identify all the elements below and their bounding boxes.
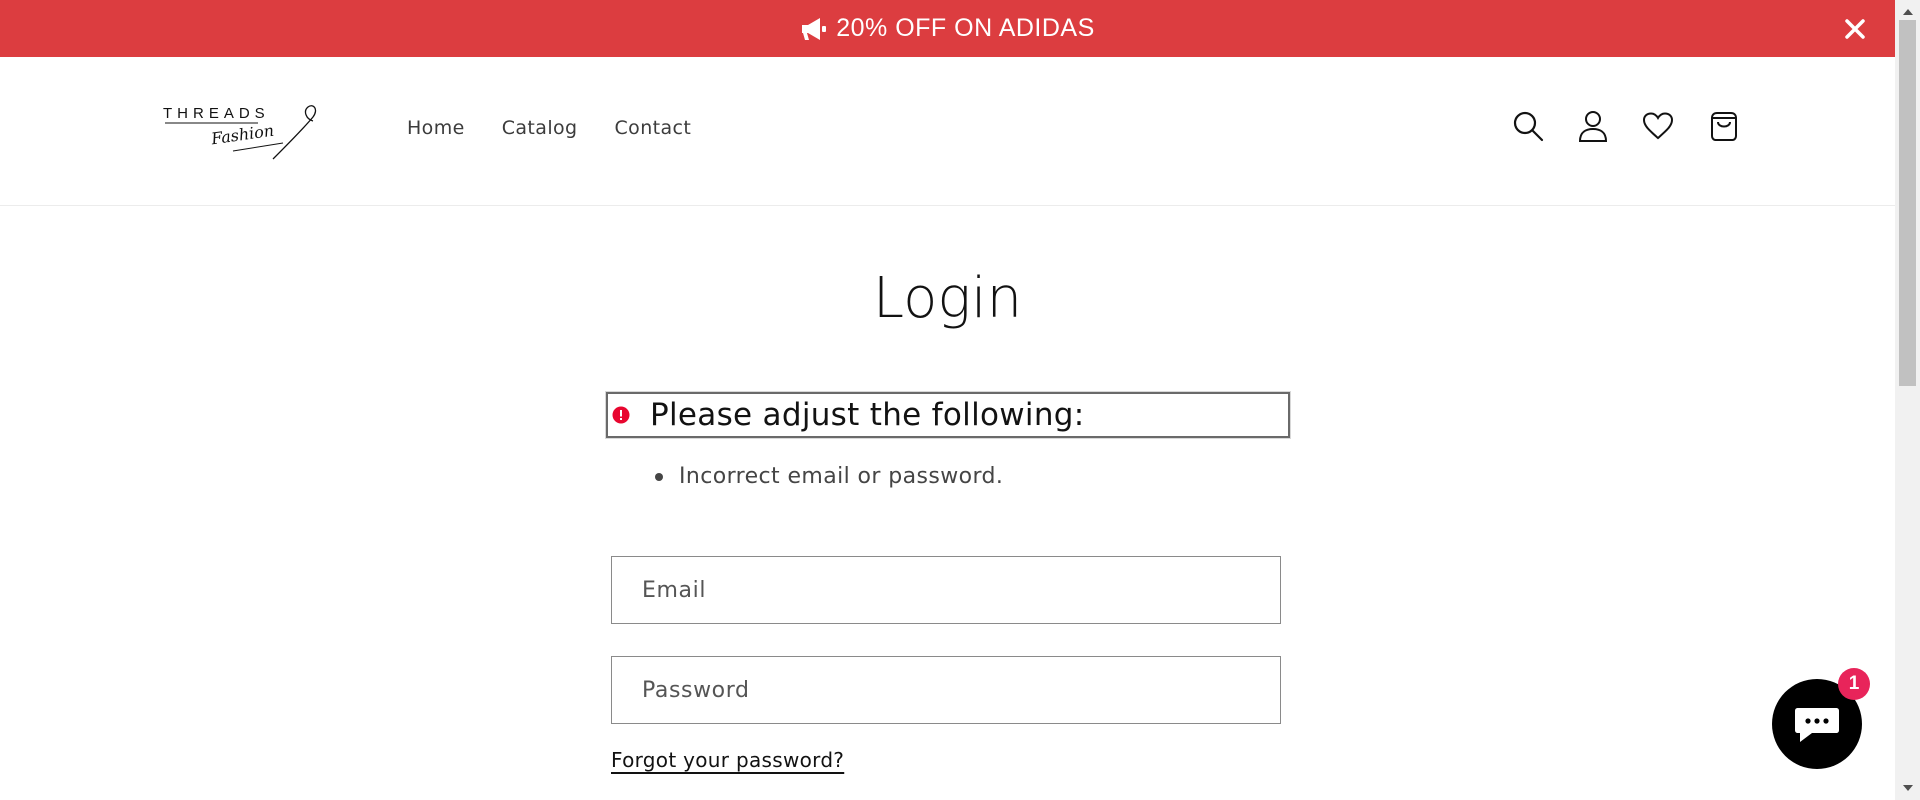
error-list: Incorrect email or password.: [655, 464, 1003, 489]
error-icon: [612, 406, 630, 424]
announcement-text: 20% OFF ON ADIDAS: [836, 14, 1095, 42]
scroll-thumb[interactable]: [1899, 20, 1916, 386]
error-heading: Please adjust the following:: [650, 397, 1085, 433]
site-header: THREADS Fashion Home Catalog Contact: [0, 57, 1895, 206]
email-field[interactable]: [612, 557, 1280, 623]
header-icons: [1512, 110, 1740, 146]
heart-icon[interactable]: [1642, 112, 1674, 144]
nav-catalog[interactable]: Catalog: [502, 117, 578, 139]
nav-contact[interactable]: Contact: [615, 117, 692, 139]
email-field-wrapper: [611, 556, 1281, 624]
logo-text-threads: THREADS: [163, 105, 270, 122]
close-icon[interactable]: [1843, 17, 1867, 41]
error-summary: Please adjust the following:: [606, 392, 1290, 438]
forgot-password-link[interactable]: Forgot your password?: [611, 748, 844, 772]
logo[interactable]: THREADS Fashion: [163, 99, 323, 165]
announcement-content: 20% OFF ON ADIDAS: [800, 14, 1095, 43]
scroll-up-icon[interactable]: [1895, 2, 1920, 22]
page-title: Login: [872, 266, 1023, 331]
password-field[interactable]: [612, 657, 1280, 723]
nav-home[interactable]: Home: [407, 117, 465, 139]
cart-icon[interactable]: [1708, 110, 1740, 146]
chat-icon: [1795, 708, 1839, 742]
password-field-wrapper: [611, 656, 1281, 724]
main-nav: Home Catalog Contact: [407, 117, 691, 139]
announcement-bar: 20% OFF ON ADIDAS: [0, 0, 1895, 57]
search-icon[interactable]: [1512, 110, 1544, 146]
megaphone-icon: [800, 16, 828, 42]
error-item: Incorrect email or password.: [655, 464, 1003, 489]
account-icon[interactable]: [1578, 110, 1608, 146]
scrollbar[interactable]: [1895, 0, 1920, 800]
chat-badge: 1: [1838, 668, 1870, 700]
scroll-down-icon[interactable]: [1895, 778, 1920, 798]
